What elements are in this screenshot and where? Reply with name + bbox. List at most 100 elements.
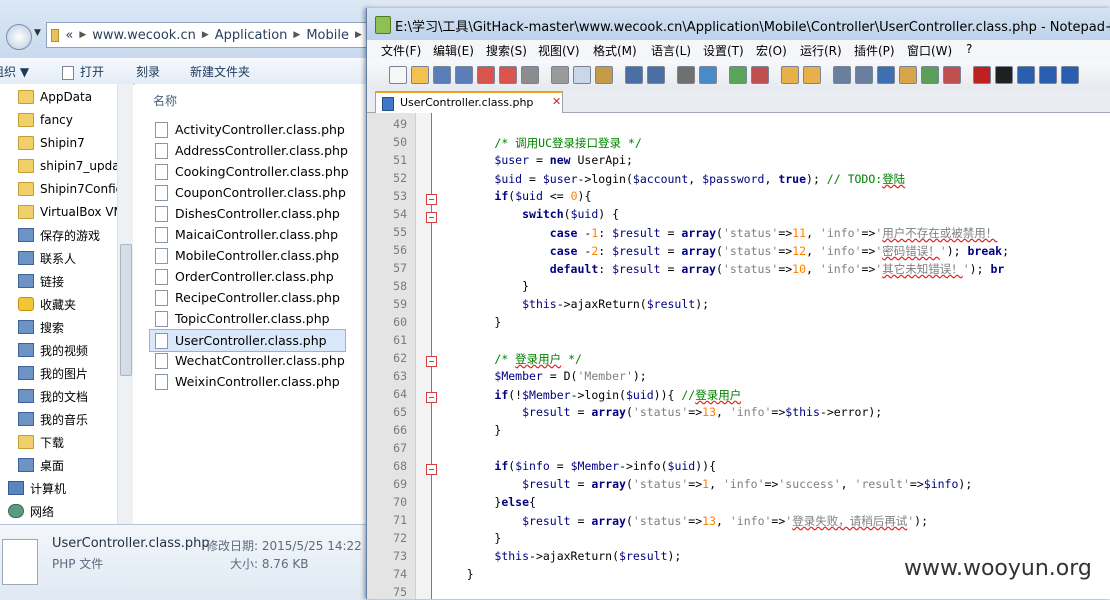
- all-chars-icon[interactable]: [855, 66, 873, 84]
- function-list-icon[interactable]: [921, 66, 939, 84]
- zoom-out-icon[interactable]: [751, 66, 769, 84]
- column-header-name[interactable]: 名称: [153, 92, 177, 109]
- file-item[interactable]: ActivityController.class.php: [155, 119, 355, 140]
- file-item[interactable]: RecipeController.class.php: [155, 287, 355, 308]
- file-item[interactable]: UserController.class.php: [149, 329, 346, 352]
- menu-item[interactable]: 语言(L): [651, 42, 691, 59]
- menu-item[interactable]: 插件(P): [854, 42, 895, 59]
- nav-item[interactable]: 我的文档: [0, 385, 133, 407]
- file-item[interactable]: CookingController.class.php: [155, 161, 355, 182]
- replace-icon[interactable]: [699, 66, 717, 84]
- forward-button[interactable]: [6, 24, 32, 50]
- fold-toggle-icon[interactable]: [426, 194, 437, 205]
- file-item[interactable]: CouponController.class.php: [155, 182, 355, 203]
- close-icon[interactable]: [477, 66, 495, 84]
- file-item[interactable]: OrderController.class.php: [155, 266, 355, 287]
- nav-item[interactable]: 保存的游戏: [0, 224, 133, 246]
- record-macro-icon[interactable]: [973, 66, 991, 84]
- nav-item[interactable]: 桌面: [0, 454, 133, 476]
- save-icon[interactable]: [433, 66, 451, 84]
- nav-item[interactable]: 收藏夹: [0, 293, 133, 315]
- nav-item[interactable]: 计算机: [0, 477, 123, 499]
- find-icon[interactable]: [677, 66, 695, 84]
- close-all-icon[interactable]: [499, 66, 517, 84]
- fold-toggle-icon[interactable]: [426, 212, 437, 223]
- sync-horizontal-icon[interactable]: [803, 66, 821, 84]
- menu-item[interactable]: 搜索(S): [486, 42, 527, 59]
- nav-item[interactable]: Shipin7Config: [0, 178, 133, 200]
- fold-toggle-icon[interactable]: [426, 392, 437, 403]
- doc-map-icon[interactable]: [899, 66, 917, 84]
- breadcrumb-wecook[interactable]: www.wecook.cn: [92, 28, 196, 43]
- copy-icon[interactable]: [573, 66, 591, 84]
- chevron-right-icon[interactable]: ▶: [293, 30, 300, 40]
- menu-item[interactable]: 运行(R): [800, 42, 842, 59]
- nav-item[interactable]: 链接: [0, 270, 133, 292]
- nav-item[interactable]: 我的视频: [0, 339, 133, 361]
- folder-workspace-icon[interactable]: [943, 66, 961, 84]
- chevron-right-icon[interactable]: ▶: [79, 30, 86, 40]
- open-button[interactable]: 打开: [62, 63, 104, 80]
- nav-item[interactable]: Shipin7: [0, 132, 133, 154]
- breadcrumb-mobile[interactable]: Mobile: [306, 28, 349, 43]
- play-macro-icon[interactable]: [1017, 66, 1035, 84]
- redo-icon[interactable]: [647, 66, 665, 84]
- address-bar[interactable]: « ▶ www.wecook.cn ▶ Application ▶ Mobile…: [46, 22, 378, 48]
- paste-icon[interactable]: [595, 66, 613, 84]
- breadcrumb-application[interactable]: Application: [215, 28, 288, 43]
- chevron-right-icon[interactable]: ▶: [355, 30, 362, 40]
- menu-item[interactable]: 窗口(W): [907, 42, 952, 59]
- menu-item[interactable]: 宏(O): [756, 42, 787, 59]
- save-macro-icon[interactable]: [1061, 66, 1079, 84]
- nav-item[interactable]: 网络: [0, 500, 123, 522]
- file-item[interactable]: WechatController.class.php: [155, 350, 355, 371]
- file-item[interactable]: MaicaiController.class.php: [155, 224, 355, 245]
- undo-icon[interactable]: [625, 66, 643, 84]
- menu-item[interactable]: 视图(V): [538, 42, 580, 59]
- new-file-icon[interactable]: [389, 66, 407, 84]
- navigation-scrollbar[interactable]: [117, 84, 133, 524]
- menu-item[interactable]: 文件(F): [381, 42, 421, 59]
- organize-button[interactable]: 组织 ▼: [0, 63, 29, 80]
- run-macro-icon[interactable]: [1039, 66, 1057, 84]
- new-folder-button[interactable]: 新建文件夹: [190, 63, 250, 80]
- breadcrumb-overflow[interactable]: «: [65, 28, 73, 43]
- file-item[interactable]: AddressController.class.php: [155, 140, 355, 161]
- menu-item[interactable]: 格式(M): [593, 42, 637, 59]
- tab-usercontroller[interactable]: UserController.class.php ✕: [375, 91, 563, 113]
- nav-item[interactable]: 我的音乐: [0, 408, 133, 430]
- npp-title-bar[interactable]: E:\学习\工具\GitHack-master\www.wecook.cn\Ap…: [367, 8, 1110, 40]
- nav-item[interactable]: shipin7_updat: [0, 155, 133, 177]
- nav-item[interactable]: 联系人: [0, 247, 133, 269]
- word-wrap-icon[interactable]: [833, 66, 851, 84]
- burn-button[interactable]: 刻录: [136, 63, 160, 80]
- cut-icon[interactable]: [551, 66, 569, 84]
- close-icon[interactable]: ✕: [552, 95, 561, 108]
- open-file-icon[interactable]: [411, 66, 429, 84]
- scrollbar-thumb[interactable]: [120, 244, 132, 376]
- chevron-right-icon[interactable]: ▶: [202, 30, 209, 40]
- zoom-in-icon[interactable]: [729, 66, 747, 84]
- nav-item[interactable]: 我的图片: [0, 362, 133, 384]
- menu-item[interactable]: 设置(T): [703, 42, 744, 59]
- stop-record-icon[interactable]: [995, 66, 1013, 84]
- nav-item[interactable]: fancy: [0, 109, 133, 131]
- nav-item[interactable]: 搜索: [0, 316, 133, 338]
- file-item[interactable]: WeixinController.class.php: [155, 371, 355, 392]
- nav-item[interactable]: 下载: [0, 431, 133, 453]
- sync-vertical-icon[interactable]: [781, 66, 799, 84]
- nav-item[interactable]: AppData: [0, 86, 133, 108]
- file-item[interactable]: DishesController.class.php: [155, 203, 355, 224]
- print-icon[interactable]: [521, 66, 539, 84]
- code-editor[interactable]: 49 50 51 52 53 54 55 56 57 58 59 60 61 62 63 64 65 66 67 68…: [367, 113, 1110, 599]
- save-all-icon[interactable]: [455, 66, 473, 84]
- history-dropdown-icon[interactable]: ▼: [34, 28, 41, 38]
- file-item[interactable]: MobileController.class.php: [155, 245, 355, 266]
- indent-guide-icon[interactable]: [877, 66, 895, 84]
- menu-item[interactable]: ?: [966, 42, 972, 56]
- fold-toggle-icon[interactable]: [426, 464, 437, 475]
- menu-item[interactable]: 编辑(E): [433, 42, 474, 59]
- fold-toggle-icon[interactable]: [426, 356, 437, 367]
- file-item[interactable]: TopicController.class.php: [155, 308, 355, 329]
- nav-item[interactable]: VirtualBox VM: [0, 201, 133, 223]
